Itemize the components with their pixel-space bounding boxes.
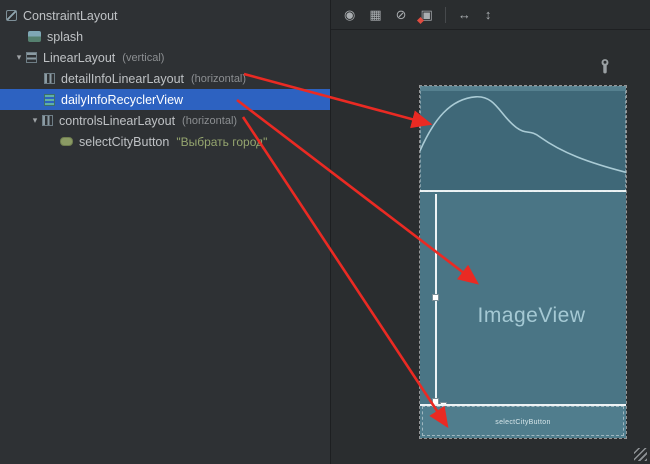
chevron-down-icon[interactable]: ▾	[28, 110, 42, 131]
chevron-down-icon[interactable]: ▾	[12, 47, 26, 68]
tree-item-label: detailInfoLinearLayout	[61, 72, 184, 86]
wrench-icon[interactable]	[598, 58, 612, 74]
toolbar-separator	[445, 7, 446, 23]
selection-handle[interactable]	[432, 294, 439, 301]
tree-item-label: controlsLinearLayout	[59, 114, 175, 128]
orientation-suffix: (horizontal)	[191, 73, 246, 85]
button-text-value: "Выбрать город"	[176, 135, 267, 149]
linear-layout-horizontal-icon	[44, 73, 55, 84]
tree-item-splash[interactable]: splash	[0, 26, 330, 47]
design-toolbar: ◉ ▦ ⊘ ▣ ↔ ↕	[331, 0, 650, 30]
select-city-button-label: selectCityButton	[495, 419, 550, 426]
tree-item-dailyinforecyclerview[interactable]: dailyInfoRecyclerView	[0, 89, 330, 110]
recycler-view-icon	[44, 94, 55, 106]
tree-item-label: dailyInfoRecyclerView	[61, 93, 183, 107]
detail-info-region[interactable]	[420, 86, 626, 192]
expand-horizontal-icon[interactable]: ↔	[451, 0, 478, 30]
autoconnect-off-icon[interactable]: ⊘	[389, 0, 414, 30]
linear-layout-vertical-icon	[26, 52, 37, 63]
tree-item-detailinfolinearlayout[interactable]: detailInfoLinearLayout (horizontal)	[0, 68, 330, 89]
constraint-layout-icon	[6, 10, 17, 21]
tree-item-selectcitybutton[interactable]: selectCityButton "Выбрать город"	[0, 131, 330, 152]
select-city-button-region[interactable]: selectCityButton	[420, 404, 626, 438]
line-graph	[420, 86, 626, 190]
linear-layout-horizontal-icon	[42, 115, 53, 126]
imageview-icon	[28, 31, 41, 42]
tree-item-constraintlayout[interactable]: ConstraintLayout	[0, 5, 330, 26]
component-tree-panel: ConstraintLayout splash ▾ LinearLayout (…	[0, 0, 330, 464]
resize-grip[interactable]	[634, 448, 647, 461]
clear-constraints-icon[interactable]: ▣	[414, 0, 440, 30]
orientation-suffix: (horizontal)	[182, 115, 237, 127]
tree-item-label: selectCityButton	[79, 135, 169, 149]
expand-vertical-icon[interactable]: ↕	[478, 0, 499, 30]
tree-item-controlslinearlayout[interactable]: ▾ controlsLinearLayout (horizontal)	[0, 110, 330, 131]
tree-item-label: ConstraintLayout	[23, 9, 118, 23]
tree-item-label: LinearLayout	[43, 51, 115, 65]
column-grid-icon[interactable]: ▦	[362, 0, 388, 30]
visibility-icon[interactable]: ◉	[337, 0, 362, 30]
orientation-suffix: (vertical)	[122, 52, 164, 64]
tree-item-label: splash	[47, 30, 83, 44]
button-icon	[60, 137, 73, 146]
tree-item-linearlayout[interactable]: ▾ LinearLayout (vertical)	[0, 47, 330, 68]
imageview-placeholder-label[interactable]: ImageView	[437, 304, 626, 328]
device-preview[interactable]: ImageView selectCityButton	[420, 86, 626, 438]
